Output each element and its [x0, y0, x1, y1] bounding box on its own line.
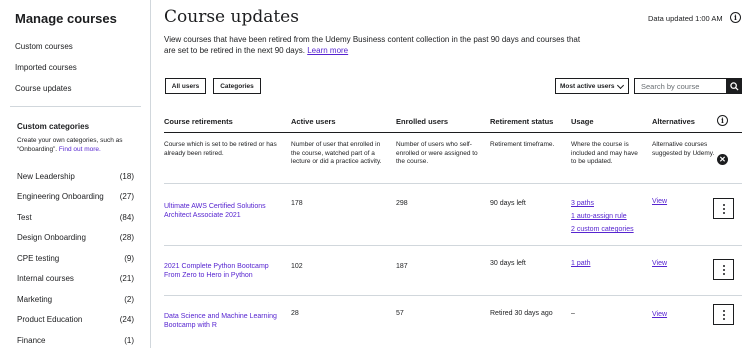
course-link[interactable]: Ultimate AWS Certified Solutions Archite…	[164, 202, 274, 220]
sort-select[interactable]: Most active users	[555, 78, 629, 94]
category-count: (27)	[119, 192, 134, 201]
search-button[interactable]	[726, 78, 742, 94]
category-label: Finance	[17, 336, 46, 345]
sidebar-item-custom-courses[interactable]: Custom courses	[15, 42, 73, 51]
custom-categories-description: Create your own categories, such as “Onb…	[17, 136, 142, 154]
sidebar: Manage courses Custom courses Imported c…	[0, 0, 151, 348]
enrolled-users-value: 298	[396, 200, 408, 207]
usage-link-paths[interactable]: 3 paths	[571, 199, 594, 208]
category-item[interactable]: CPE testing (9)	[17, 254, 134, 263]
search-input[interactable]: Search by course	[634, 78, 727, 94]
all-users-button[interactable]: All users	[165, 78, 206, 94]
category-label: CPE testing	[17, 254, 60, 263]
category-item[interactable]: Finance (1)	[17, 336, 134, 345]
find-out-more-link[interactable]: Find out more.	[59, 146, 101, 153]
category-label: Engineering Onboarding	[17, 192, 104, 201]
view-alternatives-link[interactable]: View	[652, 197, 667, 206]
learn-more-link[interactable]: Learn more	[307, 46, 348, 55]
page-description: View courses that have been retired from…	[164, 35, 584, 56]
usage-link-paths[interactable]: 1 path	[571, 259, 590, 268]
info-icon[interactable]: i	[717, 115, 728, 126]
category-item[interactable]: New Leadership (18)	[17, 172, 134, 181]
category-label: Product Education	[17, 315, 83, 324]
category-count: (1)	[124, 336, 134, 345]
active-users-value: 28	[291, 310, 299, 317]
col-header-enrolled-users[interactable]: Enrolled users	[396, 117, 448, 126]
col-desc-course: Course which is set to be retired or has…	[164, 141, 277, 157]
category-count: (9)	[124, 254, 134, 263]
course-link[interactable]: 2021 Complete Python Bootcamp From Zero …	[164, 262, 279, 280]
usage-link-auto-assign[interactable]: 1 auto-assign rule	[571, 212, 627, 221]
col-desc-active: Number of user that enrolled in the cour…	[291, 141, 382, 165]
more-options-button[interactable]	[713, 259, 734, 280]
close-icon[interactable]: ✕	[717, 154, 728, 165]
col-header-alternatives: Alternatives	[652, 117, 695, 126]
col-desc-usage: Where the course is included and may hav…	[571, 141, 638, 165]
row-divider	[164, 245, 742, 246]
category-count: (18)	[119, 172, 134, 181]
category-label: Design Onboarding	[17, 233, 86, 242]
usage-value: –	[571, 310, 575, 317]
col-desc-enrolled: Number of users who self-enrolled or wer…	[396, 141, 478, 165]
category-label: New Leadership	[17, 172, 75, 181]
retirement-status-value: 90 days left	[490, 200, 526, 207]
header-divider	[164, 132, 742, 133]
active-users-value: 102	[291, 263, 303, 270]
category-item[interactable]: Marketing (2)	[17, 295, 134, 304]
category-label: Internal courses	[17, 274, 74, 283]
row-divider	[164, 295, 742, 296]
sidebar-title: Manage courses	[15, 11, 117, 26]
enrolled-users-value: 57	[396, 310, 404, 317]
retirement-status-value: 30 days left	[490, 260, 526, 267]
custom-categories-title: Custom categories	[17, 122, 90, 131]
more-options-button[interactable]	[713, 198, 734, 219]
enrolled-users-value: 187	[396, 263, 408, 270]
categories-button[interactable]: Categories	[213, 78, 261, 94]
category-count: (24)	[119, 315, 134, 324]
view-alternatives-link[interactable]: View	[652, 310, 667, 319]
description-text: View courses that have been retired from…	[164, 35, 581, 55]
sidebar-divider	[10, 106, 141, 107]
sort-select-value: Most active users	[560, 82, 615, 90]
category-count: (21)	[119, 274, 134, 283]
view-alternatives-link[interactable]: View	[652, 259, 667, 268]
category-item[interactable]: Engineering Onboarding (27)	[17, 192, 134, 201]
category-item[interactable]: Design Onboarding (28)	[17, 233, 134, 242]
category-count: (2)	[124, 295, 134, 304]
category-label: Test	[17, 213, 32, 222]
active-users-value: 178	[291, 200, 303, 207]
sidebar-item-imported-courses[interactable]: Imported courses	[15, 63, 77, 72]
info-icon[interactable]: i	[730, 12, 741, 23]
category-label: Marketing	[17, 295, 53, 304]
data-updated-text: Data updated 1:00 AM	[648, 14, 723, 23]
usage-link-categories[interactable]: 2 custom categories	[571, 225, 634, 234]
category-item[interactable]: Product Education (24)	[17, 315, 134, 324]
col-desc-alternatives: Alternative courses suggested by Udemy.	[652, 141, 715, 157]
category-item[interactable]: Test (84)	[17, 213, 134, 222]
category-count: (84)	[119, 213, 134, 222]
row-divider	[164, 183, 742, 184]
col-header-retirement-status[interactable]: Retirement status	[490, 117, 553, 126]
sidebar-item-course-updates[interactable]: Course updates	[15, 84, 71, 93]
category-count: (28)	[119, 233, 134, 242]
search-icon	[729, 81, 739, 91]
col-header-course-retirements: Course retirements	[164, 117, 233, 126]
category-item[interactable]: Internal courses (21)	[17, 274, 134, 283]
course-link[interactable]: Data Science and Machine Learning Bootca…	[164, 312, 282, 330]
col-desc-status: Retirement timeframe.	[490, 141, 555, 148]
chevron-down-icon	[616, 81, 625, 90]
col-header-usage: Usage	[571, 117, 594, 126]
more-options-button[interactable]	[713, 304, 734, 325]
col-header-active-users[interactable]: Active users	[291, 117, 336, 126]
page-title: Course updates	[164, 7, 299, 27]
retirement-status-value: Retired 30 days ago	[490, 310, 553, 317]
